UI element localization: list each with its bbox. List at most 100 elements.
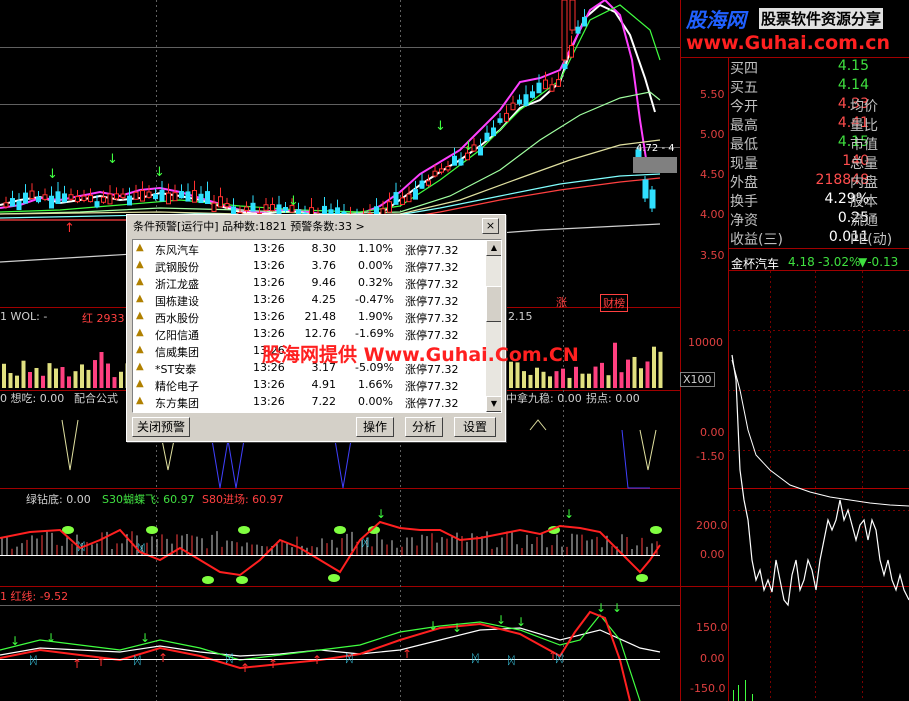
volume-bar	[587, 373, 591, 388]
alert-list-item[interactable]: ▲ 东风汽车 13:26 8.30 1.10% 涨停77.32	[133, 240, 483, 257]
alert-list-item[interactable]: ▲ 武钢股份 13:26 3.76 0.00% 涨停77.32	[133, 257, 483, 274]
ind2-axis-label: 0.00	[700, 548, 725, 561]
butterfly-icon: ᛞ	[134, 654, 141, 667]
candle-body	[439, 168, 444, 173]
volume-bar	[54, 368, 58, 388]
minute-avg-line	[731, 359, 909, 507]
candle-body	[536, 82, 542, 94]
candle-body	[10, 198, 15, 207]
dialog-titlebar[interactable]: 条件预警[运行中] 品种数:1821 预警条数:33 > ×	[127, 215, 505, 235]
down-arrow-icon: ↓	[596, 601, 606, 615]
operate-button[interactable]: 操作	[356, 417, 394, 437]
volume-bar	[626, 359, 630, 388]
volume-bar	[600, 362, 604, 388]
candle-body	[49, 195, 54, 209]
ind3-markers: ↓ ↓ ↓↓ ↓↓ ↓↓ ↓↑ ↑ ↑↑ ↑ ↑ ↑ ↑ᛞ ᛞ ᛞ ᛞ ᛞ ᛞ ᛞ	[10, 601, 622, 675]
volume-bar	[580, 373, 585, 388]
minute-price-line	[731, 354, 909, 607]
candle-body	[270, 204, 275, 212]
candle-body	[283, 206, 288, 211]
scroll-up-icon[interactable]: ▲	[486, 240, 501, 256]
price-axis-label: 5.00	[700, 128, 725, 141]
alert-list-item[interactable]: ▲ 东方集团 13:26 7.22 0.00% 涨停77.32	[133, 393, 483, 410]
candle-body	[42, 194, 48, 200]
butterfly-icon: ᛞ	[226, 652, 233, 665]
butterfly-icon: ᛞ	[30, 654, 37, 667]
alert-stock-name: 亿阳信通	[155, 329, 199, 342]
candle-body	[569, 44, 574, 58]
butterfly-icon: ᛞ	[346, 652, 353, 665]
mini-stock-title: 金杯汽车	[731, 257, 780, 271]
up-arrow-icon: ↑	[312, 653, 322, 667]
quote-row: 收益(三) 0.011 PE(动)	[728, 229, 909, 249]
alert-dialog[interactable]: 条件预警[运行中] 品种数:1821 预警条数:33 > × ▲ 东风汽车 13:2…	[126, 214, 506, 442]
candle-body	[224, 203, 230, 208]
diamond-icon	[236, 576, 248, 584]
alert-row-icon: ▲	[136, 276, 144, 287]
alert-stock-name: 浙江龙盛	[155, 278, 199, 291]
volume-bar	[34, 367, 39, 388]
candle-body	[179, 191, 184, 199]
candle-body	[146, 191, 152, 198]
analyze-button[interactable]: 分析	[405, 417, 443, 437]
alert-list-item[interactable]: ▲ 国栋建设 13:26 4.25 -0.47% 涨停77.32	[133, 291, 483, 308]
diamond-icon	[146, 526, 158, 534]
quote-value: 4.14	[837, 77, 869, 93]
candle-body	[549, 84, 555, 92]
candle-body	[561, 0, 568, 61]
alert-condition: 涨停77.32	[405, 295, 459, 308]
brand-logo: 股海网	[686, 8, 746, 32]
quote-row: 今开 4.33 均价	[728, 96, 909, 116]
close-alert-button[interactable]: 关闭预警	[132, 417, 190, 437]
alert-row-icon: ▲	[136, 259, 144, 270]
up-arrow-icon: ↑	[402, 647, 412, 661]
quote-key: 今开	[730, 99, 758, 115]
volume-bar	[528, 374, 533, 388]
alert-change: 0.00%	[358, 395, 393, 408]
candle-body	[133, 191, 139, 200]
ma-green-line	[0, 4, 661, 213]
volume-bar	[567, 377, 572, 388]
butterfly-icon: ᛞ	[472, 652, 479, 665]
volume-unit-label: X100	[680, 372, 715, 387]
alert-condition: 涨停77.32	[405, 278, 459, 291]
candle-body	[218, 196, 223, 208]
candle-body	[114, 193, 119, 200]
close-icon[interactable]: ×	[482, 218, 499, 234]
candle-body	[166, 192, 171, 205]
list-scrollbar[interactable]: ▲ ▼	[486, 240, 501, 412]
alert-price: 3.76	[311, 259, 337, 272]
alert-stock-name: 信威集团	[155, 346, 199, 359]
alert-row-icon: ▲	[136, 361, 144, 372]
candle-body	[465, 152, 470, 161]
scroll-thumb[interactable]	[486, 286, 501, 322]
alert-condition: 涨停77.32	[405, 261, 459, 274]
alert-price: 7.22	[311, 395, 337, 408]
scroll-down-icon[interactable]: ▼	[486, 396, 501, 412]
candle-body	[172, 192, 178, 202]
settings-button[interactable]: 设置	[454, 417, 496, 437]
alert-list-item[interactable]: ▲ 精伦电子 13:26 4.91 1.66% 涨停77.32	[133, 376, 483, 393]
up-arrow-icon: ↑	[72, 657, 82, 671]
alert-list-item[interactable]: ▲ 西水股份 13:26 21.48 1.90% 涨停77.32	[133, 308, 483, 325]
alert-stock-name: 西水股份	[155, 312, 199, 325]
alert-list[interactable]: ▲ 东风汽车 13:26 8.30 1.10% 涨停77.32 ▲ 武钢股份 13:26 3.76…	[132, 239, 502, 413]
down-arrow-icon: ↓	[516, 615, 526, 629]
ind2-label: 绿钻底: 0.00	[26, 493, 91, 506]
alert-list-item[interactable]: ▲ 浙江龙盛 13:26 9.46 0.32% 涨停77.32	[133, 274, 483, 291]
alert-change: -0.47%	[355, 293, 394, 306]
alert-row-icon: ▲	[136, 310, 144, 321]
candle-body	[192, 190, 197, 203]
quote-key: 现量	[730, 156, 758, 172]
candle-body	[263, 204, 269, 211]
quote-row: 买四 4.15	[728, 58, 909, 78]
ind2-butterfly-label: S30蝴蝶飞: 60.97	[102, 493, 195, 506]
alert-stock-name: 武钢股份	[155, 261, 199, 274]
tag-zhang: 涨	[556, 296, 567, 309]
quote-key: 换手	[730, 194, 758, 210]
candle-body	[478, 146, 483, 156]
quote-key-2: 均价	[850, 99, 878, 115]
volume-bar	[658, 351, 663, 388]
alert-change: 1.10%	[358, 242, 393, 255]
alert-time: 13:26	[253, 310, 285, 323]
